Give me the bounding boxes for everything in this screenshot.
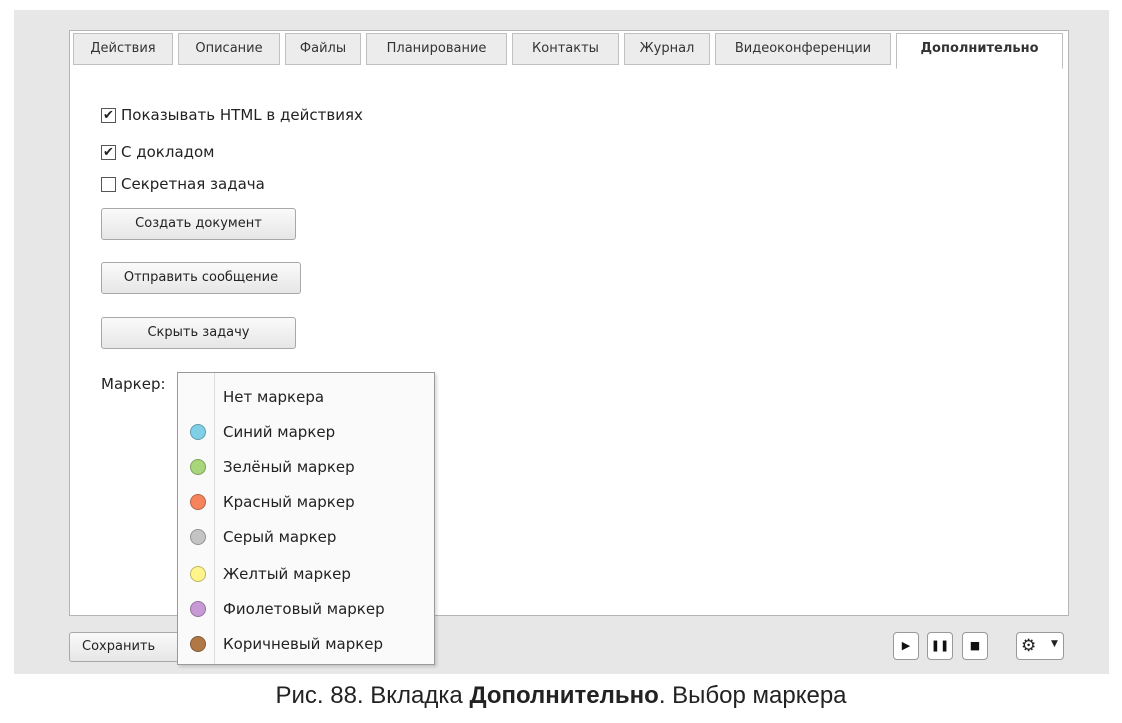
gear-icon: ⚙ [1021, 636, 1037, 656]
marker-dropdown: Нет маркера Синий маркер Зелёный маркер … [177, 372, 435, 665]
checkbox-label: С докладом [121, 143, 215, 161]
tab-planning[interactable]: Планирование [366, 33, 507, 65]
send-message-button[interactable]: Отправить сообщение [101, 262, 301, 294]
marker-option-brown[interactable]: Коричневый маркер [178, 626, 434, 662]
marker-option-label: Зелёный маркер [223, 458, 355, 476]
tab-files[interactable]: Файлы [285, 33, 361, 65]
brown-dot-icon [190, 636, 206, 652]
caption-suffix: . Выбор маркера [658, 682, 847, 709]
save-button[interactable]: Сохранить [69, 632, 179, 662]
chevron-down-icon: ▼ [1051, 639, 1058, 649]
tab-description[interactable]: Описание [178, 33, 280, 65]
tab-additional[interactable]: Дополнительно [896, 33, 1063, 69]
checkbox-box[interactable] [101, 176, 116, 192]
marker-option-label: Красный маркер [223, 493, 355, 511]
tab-actions[interactable]: Действия [73, 33, 173, 65]
caption-prefix: Рис. 88. Вкладка [275, 682, 470, 709]
marker-option-label: Фиолетовый маркер [223, 600, 385, 618]
red-dot-icon [190, 494, 206, 510]
marker-option-blue[interactable]: Синий маркер [178, 414, 434, 450]
marker-option-gray[interactable]: Серый маркер [178, 519, 434, 555]
stop-icon[interactable]: ■ [962, 632, 988, 660]
marker-option-none[interactable]: Нет маркера [178, 379, 434, 415]
checkbox-show-html[interactable]: ✔ Показывать HTML в действиях [101, 106, 363, 124]
gray-dot-icon [190, 529, 206, 545]
settings-menu-button[interactable]: ⚙ ▼ [1016, 632, 1064, 660]
checkbox-with-report[interactable]: ✔ С докладом [101, 143, 215, 161]
checkbox-label: Секретная задача [121, 175, 265, 193]
figure-caption: Рис. 88. Вкладка Дополнительно. Выбор ма… [0, 682, 1122, 710]
purple-dot-icon [190, 601, 206, 617]
tab-contacts[interactable]: Контакты [512, 33, 619, 65]
marker-option-label: Коричневый маркер [223, 635, 384, 653]
marker-option-yellow[interactable]: Желтый маркер [178, 556, 434, 592]
checkbox-box[interactable]: ✔ [101, 107, 116, 123]
marker-option-red[interactable]: Красный маркер [178, 484, 434, 520]
tab-bar: Действия Описание Файлы Планирование Кон… [73, 33, 1068, 69]
marker-option-label: Синий маркер [223, 423, 336, 441]
checkbox-label: Показывать HTML в действиях [121, 106, 363, 124]
marker-option-label: Серый маркер [223, 528, 337, 546]
blue-dot-icon [190, 424, 206, 440]
create-document-button[interactable]: Создать документ [101, 208, 296, 240]
marker-option-label: Желтый маркер [223, 565, 351, 583]
marker-option-label: Нет маркера [223, 388, 325, 406]
marker-label: Маркер: [101, 375, 166, 393]
marker-option-purple[interactable]: Фиолетовый маркер [178, 591, 434, 627]
hide-task-button[interactable]: Скрыть задачу [101, 317, 296, 349]
yellow-dot-icon [190, 566, 206, 582]
play-icon[interactable]: ▶ [893, 632, 919, 660]
tab-journal[interactable]: Журнал [624, 33, 710, 65]
tab-videoconferences[interactable]: Видеоконференции [715, 33, 891, 65]
marker-option-green[interactable]: Зелёный маркер [178, 449, 434, 485]
pause-icon[interactable]: ❚❚ [927, 632, 953, 660]
checkbox-box[interactable]: ✔ [101, 144, 116, 160]
checkbox-secret-task[interactable]: Секретная задача [101, 175, 265, 193]
caption-bold: Дополнительно [469, 682, 659, 709]
green-dot-icon [190, 459, 206, 475]
